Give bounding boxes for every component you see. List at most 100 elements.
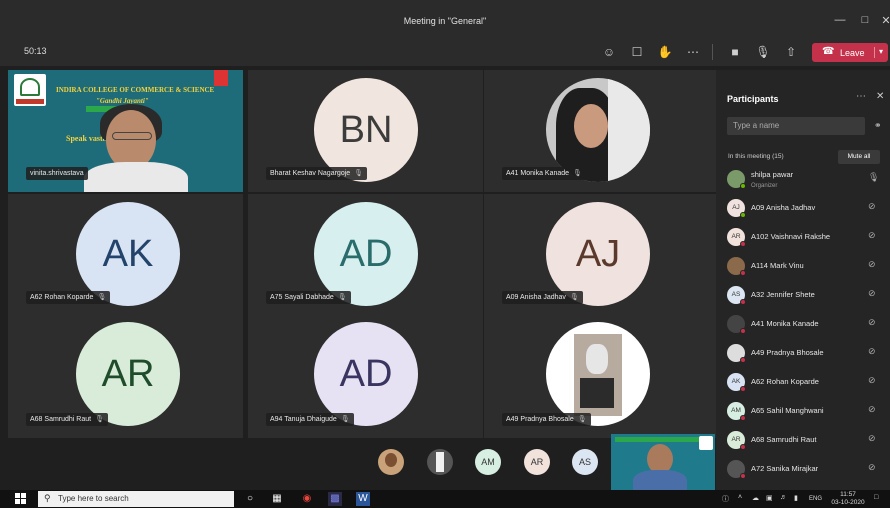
photo-face: [574, 104, 608, 148]
windows-taskbar: ⚲ Type here to search ○ ▦ ◉ ▩ W ⓘ ˄ ☁ ▣ …: [0, 490, 890, 508]
chat-icon[interactable]: ☐: [628, 44, 646, 60]
participant-row[interactable]: AJ A09 Anisha Jadhav ⊘: [716, 197, 890, 223]
slide-college-name: INDIRA COLLEGE OF COMMERCE & SCIENCE: [56, 86, 215, 94]
video-tile[interactable]: AJ A09 Anisha Jadhav 🎙: [484, 194, 719, 316]
video-tile-presenter[interactable]: INDIRA COLLEGE OF COMMERCE & SCIENCE "Ga…: [8, 70, 243, 192]
participant-name: Bharat Keshav Nagargoje: [270, 170, 351, 177]
participant-name: A62 Rohan Koparde: [751, 377, 819, 386]
presence-status-icon: [740, 357, 746, 363]
mic-muted-icon[interactable]: ⊘: [868, 346, 876, 357]
raise-hand-icon[interactable]: ✋: [656, 44, 674, 60]
presence-status-icon: [740, 241, 746, 247]
network-icon[interactable]: ▣: [766, 494, 773, 502]
close-button[interactable]: ✕: [876, 14, 890, 27]
participant-row[interactable]: A49 Pradnya Bhosale ⊘: [716, 342, 890, 368]
mic-icon[interactable]: 🎙: [868, 172, 879, 183]
participant-row[interactable]: A72 Sanika Mirajkar ⊘: [716, 458, 890, 484]
overflow-participant-avatar[interactable]: AS: [572, 449, 598, 475]
logo-band: [16, 99, 44, 104]
participant-role: Organizer: [751, 183, 778, 189]
help-icon[interactable]: ⓘ: [722, 494, 729, 504]
in-meeting-count: In this meeting (15): [728, 153, 784, 160]
video-tile[interactable]: BN Bharat Keshav Nagargoje 🎙: [248, 70, 483, 192]
cloud-icon[interactable]: ☁: [752, 494, 759, 502]
participant-name: A75 Sayali Dabhade: [270, 294, 334, 301]
participant-row[interactable]: AK A62 Rohan Koparde ⊘: [716, 371, 890, 397]
more-options-icon[interactable]: ⋯: [856, 91, 866, 102]
video-tile[interactable]: A41 Monika Kanade 🎙: [484, 70, 719, 192]
participant-row[interactable]: AM A65 Sahil Manghwani ⊘: [716, 400, 890, 426]
window-title: Meeting in "General": [403, 16, 487, 26]
participant-avatar: AD: [314, 322, 418, 426]
mic-icon: 🎙: [569, 294, 579, 301]
windows-start-icon[interactable]: [15, 493, 27, 505]
participant-row[interactable]: shilpa pawar Organizer 🎙: [716, 168, 890, 194]
close-icon[interactable]: ✕: [876, 91, 884, 102]
mic-muted-icon[interactable]: ⊘: [868, 230, 876, 241]
mic-muted-icon[interactable]: ⊘: [868, 201, 876, 212]
mic-muted-icon[interactable]: ⊘: [868, 259, 876, 270]
participant-name-tag: vinita.shrivastava: [26, 167, 88, 180]
overflow-participant-avatar[interactable]: [427, 449, 453, 475]
taskbar-search-input[interactable]: ⚲ Type here to search: [38, 491, 234, 507]
overflow-participant-avatar[interactable]: AM: [475, 449, 501, 475]
self-view-logo: [699, 436, 713, 450]
participant-name: A102 Vaishnavi Rakshe: [751, 232, 831, 241]
participant-row[interactable]: AR A68 Samrudhi Raut ⊘: [716, 429, 890, 455]
video-tile[interactable]: AR A68 Samrudhi Raut 🎙: [8, 316, 243, 438]
mic-muted-icon[interactable]: ⊘: [868, 462, 876, 473]
word-icon[interactable]: W: [356, 492, 370, 506]
video-tile[interactable]: A49 Pradnya Bhosale 🎙: [484, 316, 719, 438]
notifications-icon[interactable]: □: [874, 494, 878, 501]
participant-name-tag: A75 Sayali Dabhade 🎙: [266, 291, 351, 304]
video-tile[interactable]: AD A75 Sayali Dabhade 🎙: [248, 194, 483, 316]
share-invite-icon[interactable]: ⚭: [874, 120, 882, 131]
mic-icon: 🎙: [577, 416, 587, 423]
overflow-participant-avatar[interactable]: AR: [524, 449, 550, 475]
chevron-down-icon[interactable]: ▾: [874, 47, 883, 58]
mute-all-button[interactable]: Mute all: [838, 150, 880, 164]
meeting-timer: 50:13: [24, 46, 47, 56]
taskbar-clock[interactable]: 11:57 03-10-2020: [830, 491, 866, 507]
participant-row[interactable]: A41 Monika Kanade ⊘: [716, 313, 890, 339]
teams-icon[interactable]: ▩: [328, 492, 342, 506]
participant-row[interactable]: AR A102 Vaishnavi Rakshe ⊘: [716, 226, 890, 252]
mic-icon: 🎙: [573, 170, 582, 177]
battery-icon[interactable]: ▮: [794, 494, 798, 502]
overflow-participant-avatar[interactable]: [378, 449, 404, 475]
self-view-video[interactable]: [611, 434, 715, 490]
leave-label: Leave: [840, 48, 865, 58]
minimize-button[interactable]: —: [830, 14, 850, 26]
video-tile[interactable]: AD A94 Tanuja Dhaigude 🎙: [248, 316, 483, 438]
camera-icon[interactable]: ■: [726, 44, 744, 60]
maximize-button[interactable]: □: [855, 14, 875, 26]
mic-muted-icon[interactable]: ⊘: [868, 404, 876, 415]
microphone-icon[interactable]: 🎙: [754, 44, 772, 60]
task-view-icon[interactable]: ○: [243, 492, 257, 506]
tray-chevron-up-icon[interactable]: ˄: [738, 494, 742, 501]
participant-name: A09 Anisha Jadhav: [751, 203, 816, 212]
mic-muted-icon[interactable]: ⊘: [868, 288, 876, 299]
participant-name: A49 Pradnya Bhosale: [506, 416, 574, 423]
taskbar-search-placeholder: Type here to search: [58, 494, 129, 503]
more-actions-icon[interactable]: ⋯: [684, 44, 702, 60]
volume-icon[interactable]: ♬: [780, 494, 787, 501]
language-indicator[interactable]: ENG: [809, 496, 822, 502]
video-tile[interactable]: AK A62 Rohan Koparde 🎙: [8, 194, 243, 316]
mic-icon: 🎙: [95, 416, 104, 423]
leave-button[interactable]: ☎ Leave ▾: [812, 43, 888, 62]
mic-icon: 🎙: [337, 294, 347, 301]
participant-row[interactable]: AS A32 Jennifer Shete ⊘: [716, 284, 890, 310]
file-explorer-icon[interactable]: ▦: [270, 492, 284, 506]
participant-name-tag: A49 Pradnya Bhosale 🎙: [502, 413, 591, 426]
participants-icon[interactable]: ☺: [600, 44, 618, 60]
meeting-toolbar: 50:13 ☺ ☐ ✋ ⋯ ■ 🎙 ⇧ ☎ Leave ▾: [0, 40, 890, 66]
chrome-icon[interactable]: ◉: [300, 492, 314, 506]
share-screen-icon[interactable]: ⇧: [782, 44, 800, 60]
participant-row[interactable]: A114 Mark Vinu ⊘: [716, 255, 890, 281]
mic-muted-icon[interactable]: ⊘: [868, 317, 876, 328]
mic-muted-icon[interactable]: ⊘: [868, 433, 876, 444]
mic-muted-icon[interactable]: ⊘: [868, 375, 876, 386]
participant-name-tag: A41 Monika Kanade 🎙: [502, 167, 586, 180]
participant-search-input[interactable]: Type a name: [727, 117, 865, 135]
